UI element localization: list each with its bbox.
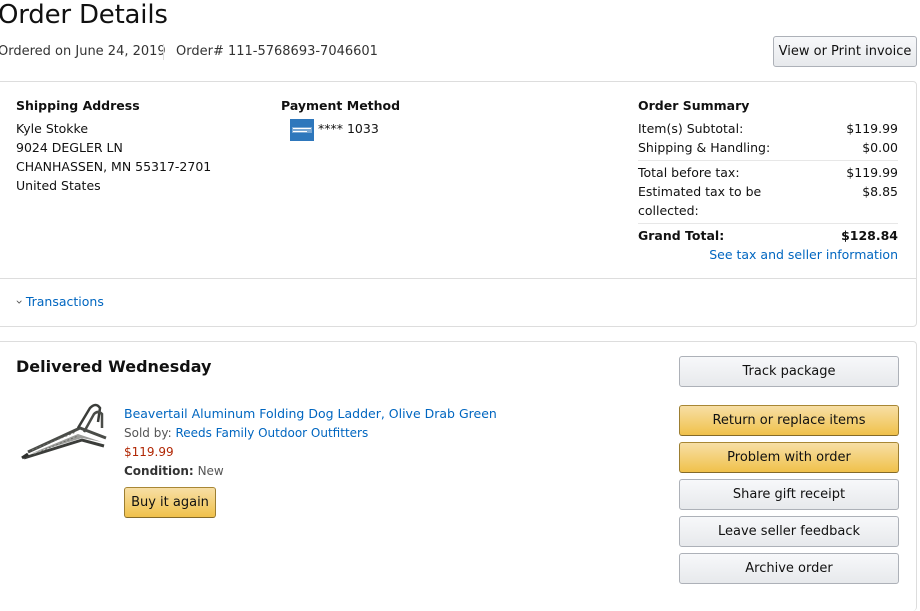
item-condition: Condition: New [124, 464, 224, 478]
grand-total-value: $128.84 [841, 228, 898, 243]
before-tax-label: Total before tax: [638, 165, 740, 180]
condition-value: New [197, 464, 224, 478]
item-price: $119.99 [124, 445, 174, 459]
share-gift-receipt-button[interactable]: Share gift receipt [679, 479, 899, 510]
card-number: **** 1033 [318, 121, 379, 136]
shipment-card: Delivered Wednesday Beavertail Aluminum … [0, 341, 917, 611]
transactions-link[interactable]: Transactions [26, 294, 104, 309]
product-image[interactable] [20, 402, 110, 468]
order-number: Order# 111-5768693-7046601 [176, 44, 378, 59]
delivery-status: Delivered Wednesday [16, 357, 212, 376]
transactions-divider [0, 278, 916, 279]
archive-order-button[interactable]: Archive order [679, 553, 899, 584]
sold-by-label: Sold by: [124, 426, 176, 440]
condition-label: Condition: [124, 464, 194, 478]
shipping-line-city: CHANHASSEN, MN 55317-2701 [16, 159, 212, 174]
return-replace-button[interactable]: Return or replace items [679, 405, 899, 436]
chevron-down-icon: › [12, 299, 27, 304]
transactions-toggle[interactable]: › Transactions [12, 294, 104, 309]
shipping-address-heading: Shipping Address [16, 98, 140, 113]
sold-by: Sold by: Reeds Family Outdoor Outfitters [124, 426, 368, 440]
summary-divider [638, 160, 898, 161]
subtotal-label: Item(s) Subtotal: [638, 121, 744, 136]
subtotal-value: $119.99 [846, 121, 898, 136]
problem-with-order-button[interactable]: Problem with order [679, 442, 899, 473]
grand-total-label: Grand Total: [638, 228, 725, 243]
order-date: Ordered on June 24, 2019 [0, 44, 166, 59]
order-info-card: Shipping Address Kyle Stokke 9024 DEGLER… [0, 81, 917, 327]
american-express-card-icon [290, 119, 314, 141]
shipping-handling-label: Shipping & Handling: [638, 140, 771, 155]
product-title-link[interactable]: Beavertail Aluminum Folding Dog Ladder, … [124, 406, 497, 421]
page-title: Order Details [0, 0, 168, 30]
shipping-handling-value: $0.00 [862, 140, 898, 155]
track-package-button[interactable]: Track package [679, 356, 899, 387]
tax-value: $8.85 [862, 184, 898, 199]
meta-divider [163, 44, 164, 60]
shipping-line-street: 9024 DEGLER LN [16, 140, 123, 155]
before-tax-value: $119.99 [846, 165, 898, 180]
tax-seller-info-link[interactable]: See tax and seller information [709, 247, 898, 262]
leave-seller-feedback-button[interactable]: Leave seller feedback [679, 516, 899, 547]
seller-link[interactable]: Reeds Family Outdoor Outfitters [175, 426, 368, 440]
shipping-line-country: United States [16, 178, 101, 193]
payment-method-heading: Payment Method [281, 98, 401, 113]
buy-it-again-button[interactable]: Buy it again [124, 487, 216, 518]
order-summary-heading: Order Summary [638, 98, 750, 113]
shipping-line-name: Kyle Stokke [16, 121, 89, 136]
summary-divider-2 [638, 223, 898, 224]
tax-label-line1: Estimated tax to be [638, 184, 762, 199]
tax-label-line2: collected: [638, 203, 699, 218]
view-print-invoice-button[interactable]: View or Print invoice [773, 36, 917, 67]
